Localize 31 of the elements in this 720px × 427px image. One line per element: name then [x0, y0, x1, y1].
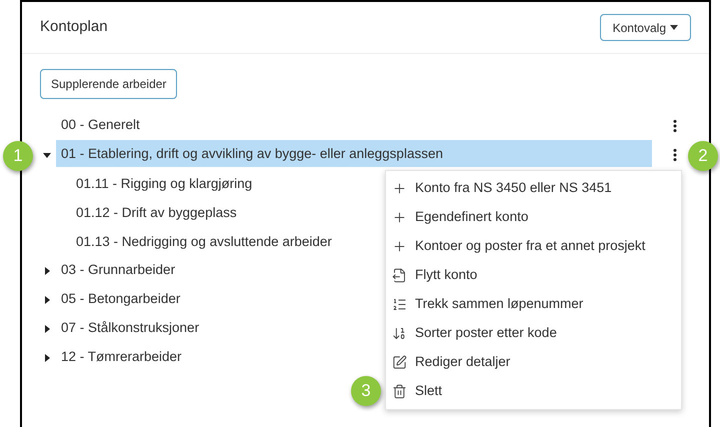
sort-icon: [392, 326, 407, 341]
file-arrow-icon: [392, 268, 407, 283]
plus-icon: [392, 181, 407, 196]
plus-icon: [392, 239, 407, 254]
caret-right-icon[interactable]: [43, 354, 51, 362]
caret-right-icon[interactable]: [43, 324, 51, 332]
tree-item[interactable]: 01 - Etablering, drift og avvikling av bygge- eller anleggsplassen: [56, 140, 652, 167]
menu-item[interactable]: Kontoer og poster fra et annet prosjekt: [386, 232, 681, 261]
plus-icon: [392, 210, 407, 225]
tree-item[interactable]: 01.11 - Rigging og klargjøring: [71, 169, 258, 198]
pencil-square-icon: [392, 355, 407, 370]
caret-down-icon[interactable]: [43, 150, 51, 158]
menu-item[interactable]: Sorter poster etter kode: [386, 319, 681, 348]
menu-item[interactable]: Slett: [386, 377, 681, 406]
options-dropdown-button[interactable]: Kontovalg: [600, 14, 691, 41]
menu-item[interactable]: Trekk sammen løpenummer: [386, 290, 681, 319]
caret-right-icon[interactable]: [43, 296, 51, 304]
caret-right-icon[interactable]: [43, 266, 51, 274]
supplementary-work-button[interactable]: Supplerende arbeider: [40, 69, 178, 99]
callout-badge: 1: [3, 141, 33, 171]
menu-item[interactable]: Rediger detaljer: [386, 348, 681, 377]
tree-item[interactable]: 01.12 - Drift av byggeplass: [71, 198, 242, 227]
list-icon: [392, 297, 407, 312]
tree-item[interactable]: 00 - Generelt: [56, 111, 652, 138]
tree-item[interactable]: 01.13 - Nedrigging og avsluttende arbeider: [71, 227, 337, 256]
trash-icon: [392, 384, 407, 399]
panel-title: Kontoplan: [40, 17, 108, 38]
caret-down-icon: [670, 25, 678, 30]
menu-item[interactable]: Flytt konto: [386, 261, 681, 290]
menu-item[interactable]: Konto fra NS 3450 eller NS 3451: [386, 174, 681, 203]
menu-item[interactable]: Egendefinert konto: [386, 203, 681, 232]
